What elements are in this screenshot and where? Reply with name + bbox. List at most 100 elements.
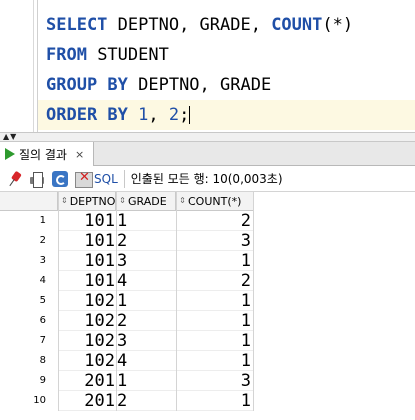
row-number: 5 [39,295,46,306]
cell-grade[interactable]: 4 [116,271,176,291]
cell-count[interactable]: 3 [176,231,253,251]
cell-deptno[interactable]: 102 [58,351,116,371]
run-icon [5,148,15,160]
cell-count[interactable]: 2 [176,211,253,231]
cell-grade[interactable]: 3 [116,251,176,271]
pin-icon[interactable] [1,166,26,191]
row-number: 1 [39,215,46,226]
cell-grade[interactable]: 1 [116,291,176,311]
row-number: 8 [39,355,46,366]
sql-keyword: GROUP BY [46,75,128,95]
cell-count[interactable]: 1 [176,351,253,371]
sql-keyword: ORDER BY [46,105,128,125]
cell-grade[interactable]: 2 [116,391,176,411]
cell-count[interactable]: 3 [176,371,253,391]
column-header-grade[interactable]: ⇕ GRADE [116,192,176,211]
code-line[interactable]: FROM STUDENT [46,40,169,70]
sql-keyword: FROM [46,45,87,65]
sort-icon: ⇕ [179,196,186,205]
refresh-icon[interactable] [51,170,69,188]
row-number-header [0,192,58,211]
cell-deptno[interactable]: 101 [58,211,116,231]
fetch-status: 인출된 모든 행: 10(0,003초) [130,172,283,186]
tab-query-result[interactable]: 질의 결과 × [0,142,94,166]
column-divider [253,192,254,411]
row-divider [58,410,254,411]
sql-text: ; [179,105,190,125]
cell-grade[interactable]: 1 [116,371,176,391]
sql-keyword: COUNT [271,15,323,35]
pane-splitter[interactable]: ▲▼ [0,132,415,142]
cell-deptno[interactable]: 101 [58,271,116,291]
cell-count[interactable]: 1 [176,331,253,351]
cell-count[interactable]: 1 [176,291,253,311]
column-divider [58,192,59,411]
cell-deptno[interactable]: 102 [58,291,116,311]
cell-deptno[interactable]: 102 [58,311,116,331]
close-icon[interactable]: × [75,148,84,161]
column-header-count[interactable]: ⇕ COUNT(*) [176,192,254,211]
table-row[interactable]: 1 101 1 2 [0,211,415,231]
sql-button[interactable]: SQL [94,172,118,186]
column-header-deptno[interactable]: ⇕ DEPTNO [58,192,116,211]
cell-grade[interactable]: 4 [116,351,176,371]
table-row[interactable]: 5 102 1 1 [0,291,415,311]
cell-count[interactable]: 1 [176,251,253,271]
column-divider [176,192,177,411]
cell-grade[interactable]: 3 [116,331,176,351]
cell-grade[interactable]: 2 [116,311,176,331]
sql-number: 1 [138,105,149,125]
row-number: 6 [39,315,46,326]
table-row[interactable]: 3 101 3 1 [0,251,415,271]
cell-count[interactable]: 1 [176,311,253,331]
column-header-label: DEPTNO [69,194,116,208]
toolbar-separator [123,169,125,188]
table-row[interactable]: 10 201 2 1 [0,391,415,411]
table-row[interactable]: 4 101 4 2 [0,271,415,291]
table-row[interactable]: 6 102 2 1 [0,311,415,331]
table-row[interactable]: 7 102 3 1 [0,331,415,351]
cell-count[interactable]: 1 [176,391,253,411]
sql-text: STUDENT [86,45,169,65]
table-row[interactable]: 8 102 4 1 [0,351,415,371]
row-number: 10 [33,395,46,406]
code-line[interactable]: ORDER BY 1, 2; [46,100,191,130]
sql-text: DEPTNO, GRADE, [107,15,272,35]
cell-deptno[interactable]: 101 [58,251,116,271]
row-number: 9 [39,375,46,386]
row-number: 3 [39,255,46,266]
table-row[interactable]: 9 201 1 3 [0,371,415,391]
sql-text: DEPTNO, GRADE [127,75,272,95]
sort-icon: ⇕ [119,196,126,205]
cancel-icon[interactable] [74,170,93,188]
splitter-arrows-icon[interactable]: ▲▼ [3,133,17,141]
sort-icon: ⇕ [61,196,68,205]
column-divider [116,192,117,411]
cell-count[interactable]: 2 [176,271,253,291]
column-header-label: GRADE [128,194,167,208]
cell-deptno[interactable]: 102 [58,331,116,351]
table-row[interactable]: 2 101 2 3 [0,231,415,251]
tab-query-result-label: 질의 결과 [19,147,67,162]
results-toolbar: SQL 인출된 모든 행: 10(0,003초) [0,166,415,192]
code-line[interactable]: GROUP BY DEPTNO, GRADE [46,70,271,100]
cell-deptno[interactable]: 201 [58,391,116,411]
editor-gutter [0,0,33,132]
results-tab-bar: 질의 결과 × [0,142,415,166]
print-icon[interactable] [28,170,46,188]
row-number: 2 [39,235,46,246]
cell-grade[interactable]: 1 [116,211,176,231]
row-number: 7 [39,335,46,346]
cell-grade[interactable]: 2 [116,231,176,251]
cell-deptno[interactable]: 101 [58,231,116,251]
sql-text: (*) [322,15,354,35]
cell-deptno[interactable]: 201 [58,371,116,391]
sql-text: , [148,105,169,125]
sql-editor[interactable]: SELECT DEPTNO, GRADE, COUNT(*) FROM STUDE… [0,0,415,132]
column-header-label: COUNT(*) [188,194,242,208]
gutter-divider [33,0,34,132]
sql-keyword: SELECT [46,15,108,35]
row-number: 4 [39,275,46,286]
code-line[interactable]: SELECT DEPTNO, GRADE, COUNT(*) [46,10,353,40]
